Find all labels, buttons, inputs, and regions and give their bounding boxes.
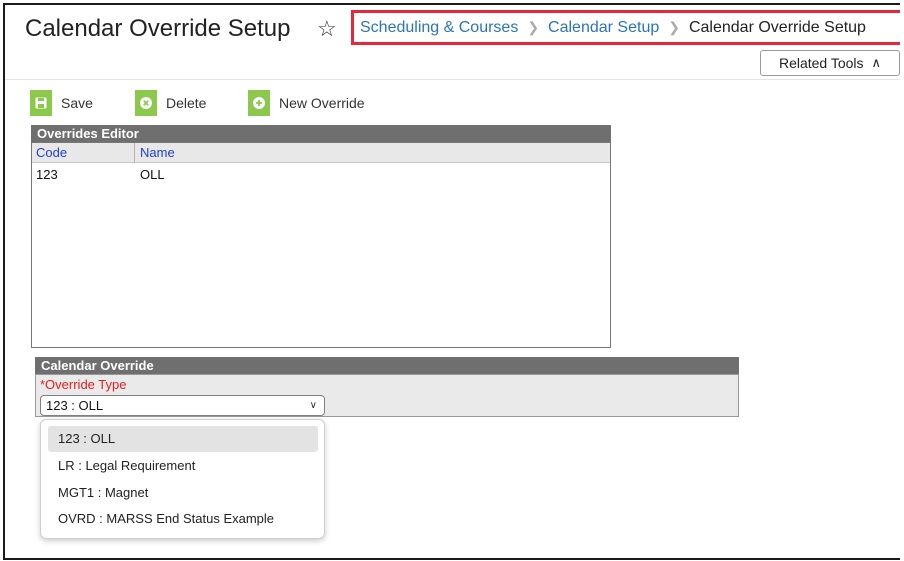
calendar-override-title: Calendar Override <box>35 357 739 374</box>
chevron-down-icon: ∨ <box>309 400 317 411</box>
breadcrumb: Scheduling & Courses ❯ Calendar Setup ❯ … <box>351 10 900 45</box>
calendar-override-panel: Calendar Override *Override Type 123 : O… <box>35 357 739 417</box>
star-icon[interactable]: ☆ <box>317 15 337 43</box>
app-frame: Calendar Override Setup ☆ Scheduling & C… <box>3 3 900 560</box>
breadcrumb-scheduling-courses[interactable]: Scheduling & Courses <box>360 19 518 37</box>
new-override-button[interactable]: New Override <box>248 90 365 116</box>
overrides-table: Code Name 123 OLL <box>31 142 611 348</box>
dropdown-option-lr[interactable]: LR : Legal Requirement <box>48 453 318 479</box>
dropdown-option-mgt1[interactable]: MGT1 : Magnet <box>48 480 318 506</box>
cell-name: OLL <box>140 167 165 182</box>
header-divider <box>5 79 900 80</box>
overrides-editor-panel: Overrides Editor Code Name 123 OLL <box>31 125 611 348</box>
add-icon <box>248 90 270 116</box>
override-type-select[interactable]: 123 : OLL ∨ <box>40 395 325 416</box>
cell-code: 123 <box>36 167 58 182</box>
related-tools-label: Related Tools <box>778 55 864 71</box>
chevron-up-icon: ∧ <box>871 55 882 70</box>
delete-button[interactable]: Delete <box>135 90 206 116</box>
page-title: Calendar Override Setup <box>25 15 291 42</box>
table-header: Code Name <box>32 143 610 163</box>
table-row[interactable]: 123 OLL <box>32 167 610 185</box>
save-button[interactable]: Save <box>30 90 93 116</box>
breadcrumb-calendar-override-setup: Calendar Override Setup <box>688 18 866 36</box>
save-label: Save <box>61 95 93 111</box>
dropdown-option-123[interactable]: 123 : OLL <box>48 426 318 452</box>
column-header-code[interactable]: Code <box>36 145 67 160</box>
override-type-dropdown: 123 : OLL LR : Legal Requirement MGT1 : … <box>40 419 325 539</box>
dropdown-option-ovrd[interactable]: OVRD : MARSS End Status Example <box>48 506 318 532</box>
delete-icon <box>135 90 157 116</box>
override-type-value: 123 : OLL <box>46 398 104 413</box>
chevron-right-icon: ❯ <box>527 19 540 35</box>
breadcrumb-calendar-setup[interactable]: Calendar Setup <box>548 19 659 37</box>
new-override-label: New Override <box>279 95 365 111</box>
chevron-right-icon: ❯ <box>668 19 680 35</box>
overrides-editor-title: Overrides Editor <box>31 125 611 142</box>
save-icon <box>30 90 52 116</box>
related-tools-button[interactable]: Related Tools ∧ <box>760 50 900 76</box>
column-divider <box>134 143 135 163</box>
calendar-override-body: *Override Type 123 : OLL ∨ <box>35 374 739 417</box>
override-type-label: *Override Type <box>40 377 127 392</box>
delete-label: Delete <box>166 95 207 111</box>
column-header-name[interactable]: Name <box>140 145 175 160</box>
